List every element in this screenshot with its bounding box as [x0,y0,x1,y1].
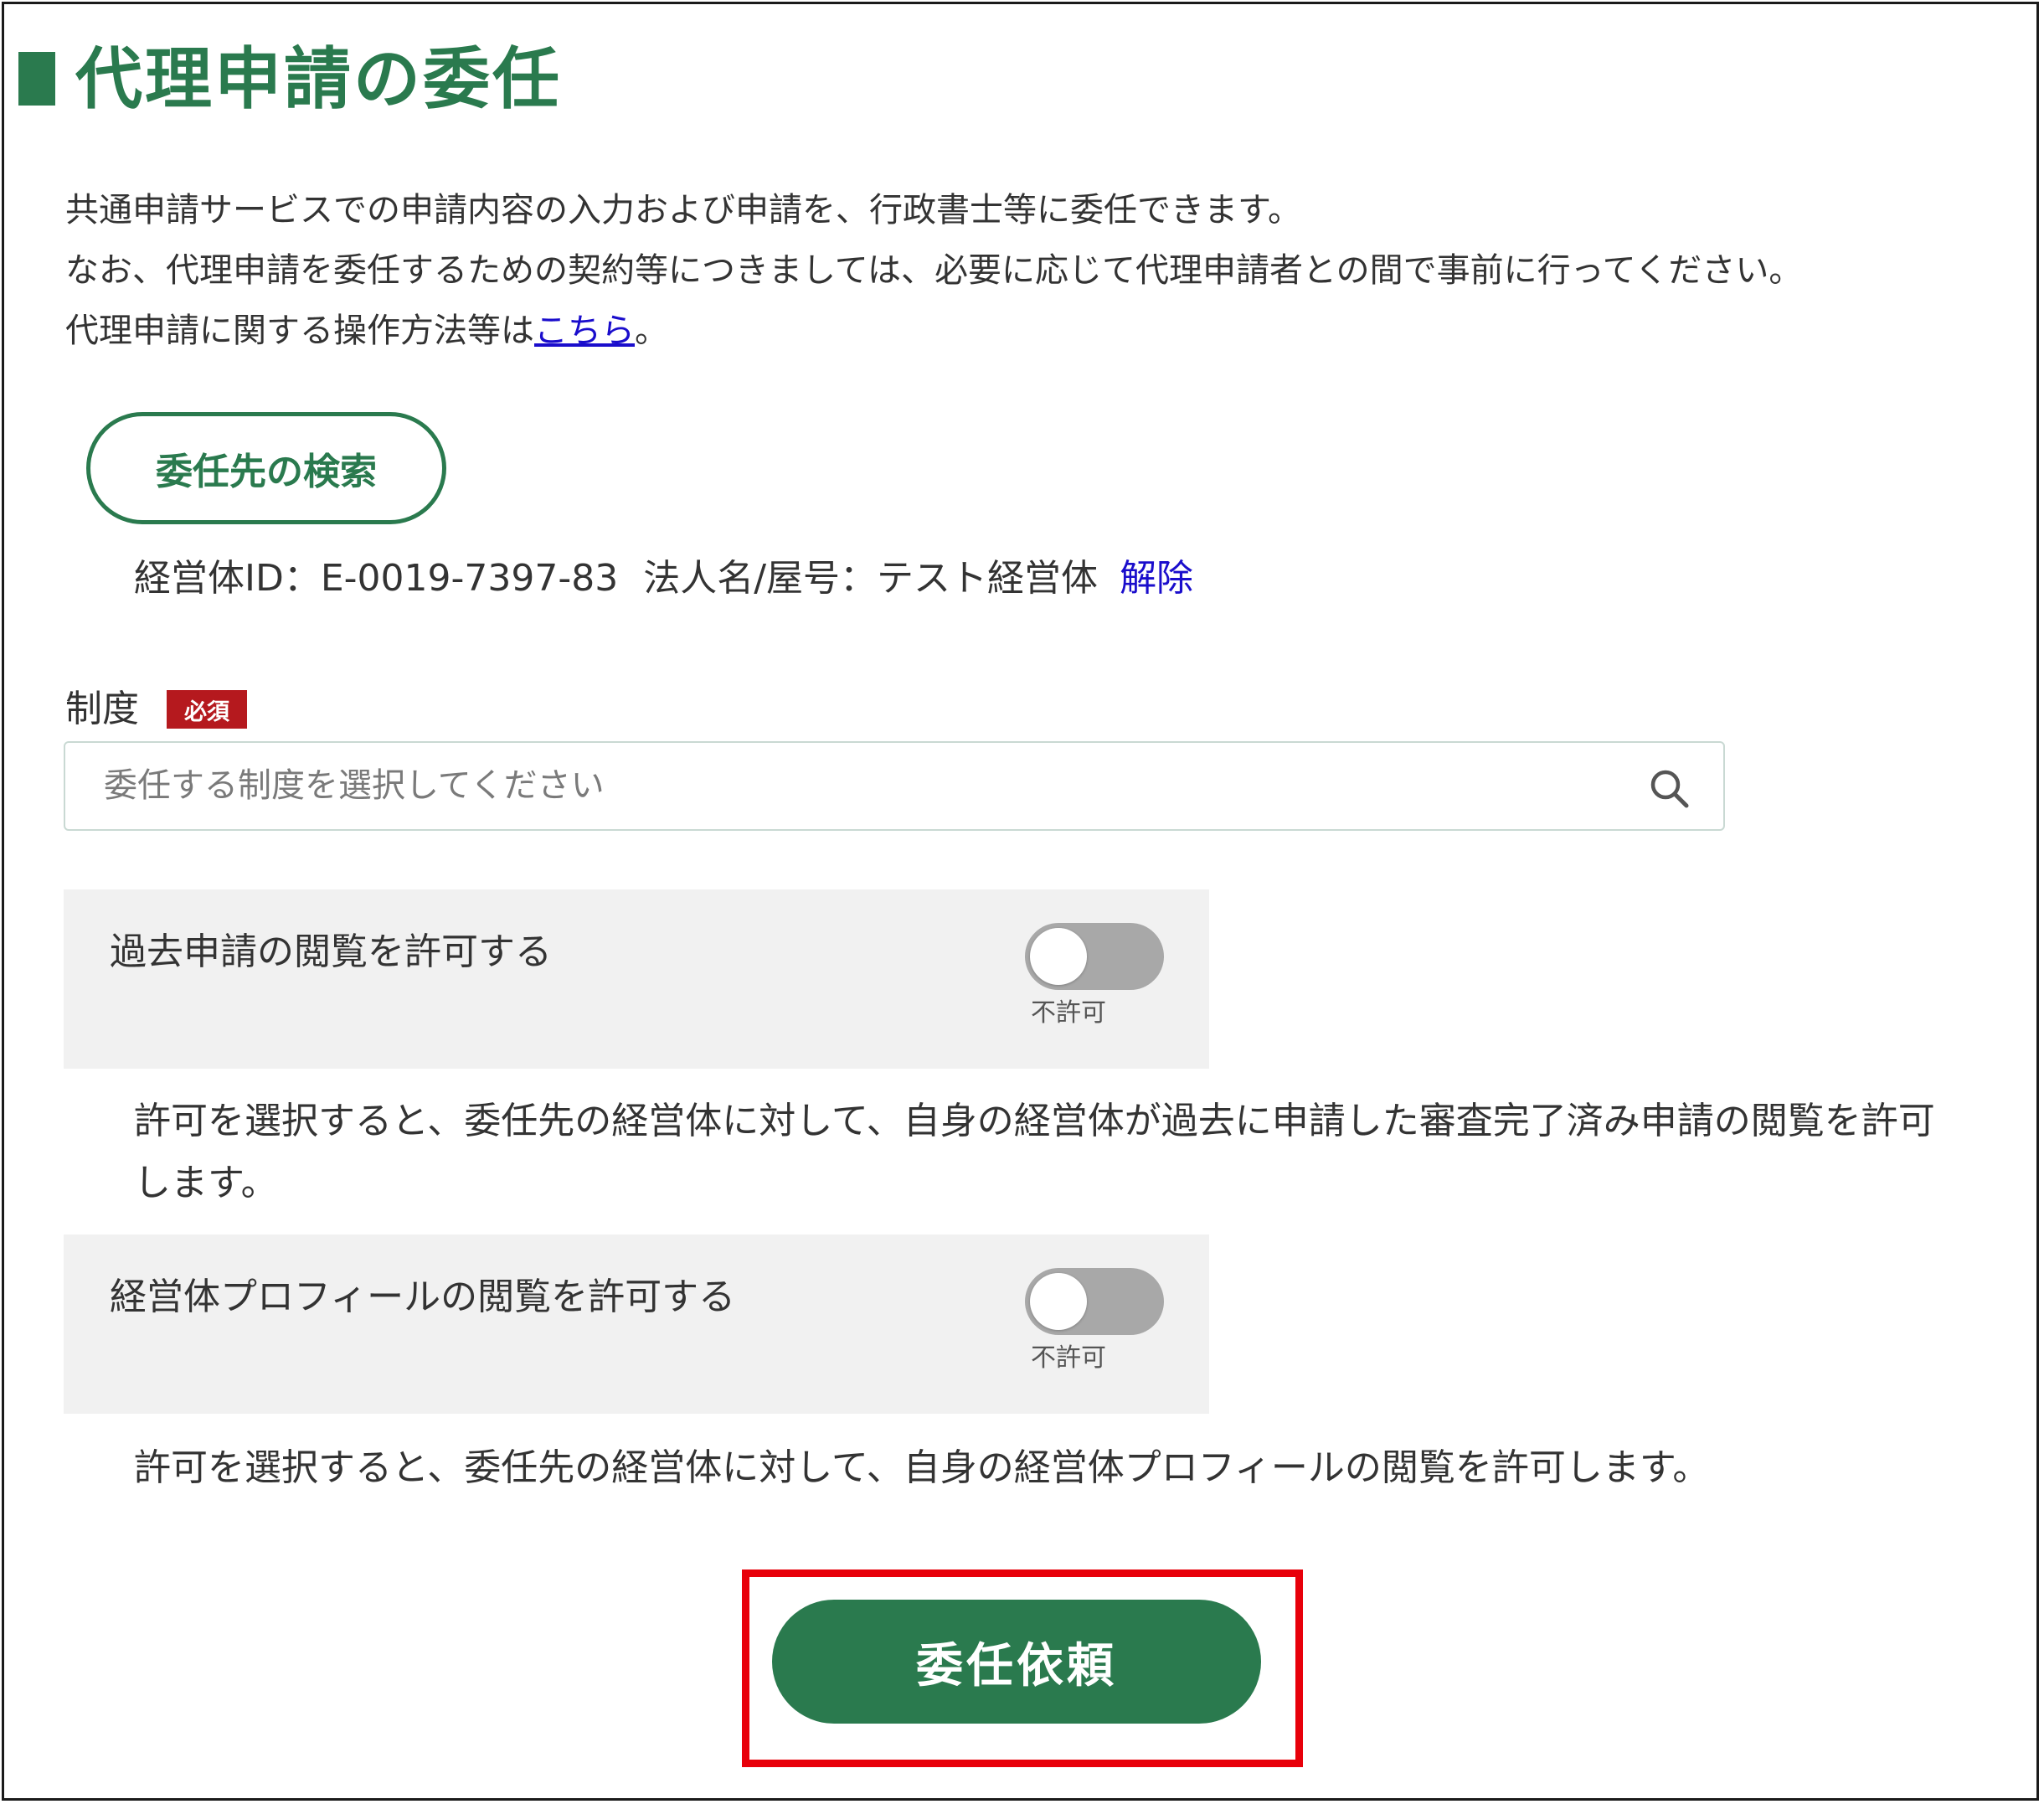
delegation-request-button[interactable]: 委任依頼 [772,1600,1261,1724]
toggle-knob [1030,1273,1087,1330]
intro-line-3-prefix: 代理申請に関する操作方法等は [65,312,534,350]
system-select-input[interactable]: 委任する制度を選択してください [64,741,1725,831]
system-select-placeholder: 委任する制度を選択してください [104,766,605,805]
intro-text: 共通申請サービスでの申請内容の入力および申請を、行政書士等に委任できます。 なお… [65,180,1802,361]
page-title: 代理申請の委任 [75,40,562,118]
permission-description-past-applications: 許可を選択すると、委任先の経営体に対して、自身の経営体が過去に申請した審査完了済… [134,1100,1935,1204]
intro-line-3: 代理申請に関する操作方法等はこちら。 [65,301,1802,361]
permission-description-profile: 許可を選択すると、委任先の経営体に対して、自身の経営体プロフィールの閲覧を許可し… [134,1446,1710,1489]
permission-label: 経営体プロフィールの閲覧を許可する [110,1276,736,1318]
delegate-search-button[interactable]: 委任先の検索 [86,412,446,524]
intro-line-3-suffix: 。 [635,312,668,350]
intro-line-2: なお、代理申請を委任するための契約等につきましては、必要に応じて代理申請者との間… [65,251,1803,290]
required-badge: 必須 [167,690,247,729]
system-field-label: 制度 [65,688,139,730]
toggle-state-label: 不許可 [1031,998,1106,1028]
permission-toggle-past-applications[interactable] [1025,923,1164,990]
search-icon[interactable] [1646,765,1693,812]
cancel-link[interactable]: 解除 [1120,557,1193,600]
selected-entity: 経営体ID：E-0019-7397-83 法人名/屋号：テスト経営体 解除 [134,549,1193,608]
intro-line-1: 共通申請サービスでの申請内容の入力および申請を、行政書士等に委任できます。 [65,191,1301,229]
entity-name: 法人名/屋号：テスト経営体 [643,557,1099,600]
help-link[interactable]: こちら [534,312,635,350]
entity-id: 経営体ID：E-0019-7397-83 [134,557,619,600]
permission-panel-past-applications: 過去申請の閲覧を許可する 不許可 [64,889,1209,1069]
permission-panel-profile: 経営体プロフィールの閲覧を許可する 不許可 [64,1234,1209,1414]
permission-label: 過去申請の閲覧を許可する [110,930,552,973]
toggle-state-label: 不許可 [1031,1343,1106,1373]
title-accent-bar [18,52,55,106]
toggle-knob [1030,928,1087,985]
permission-toggle-profile[interactable] [1025,1268,1164,1335]
